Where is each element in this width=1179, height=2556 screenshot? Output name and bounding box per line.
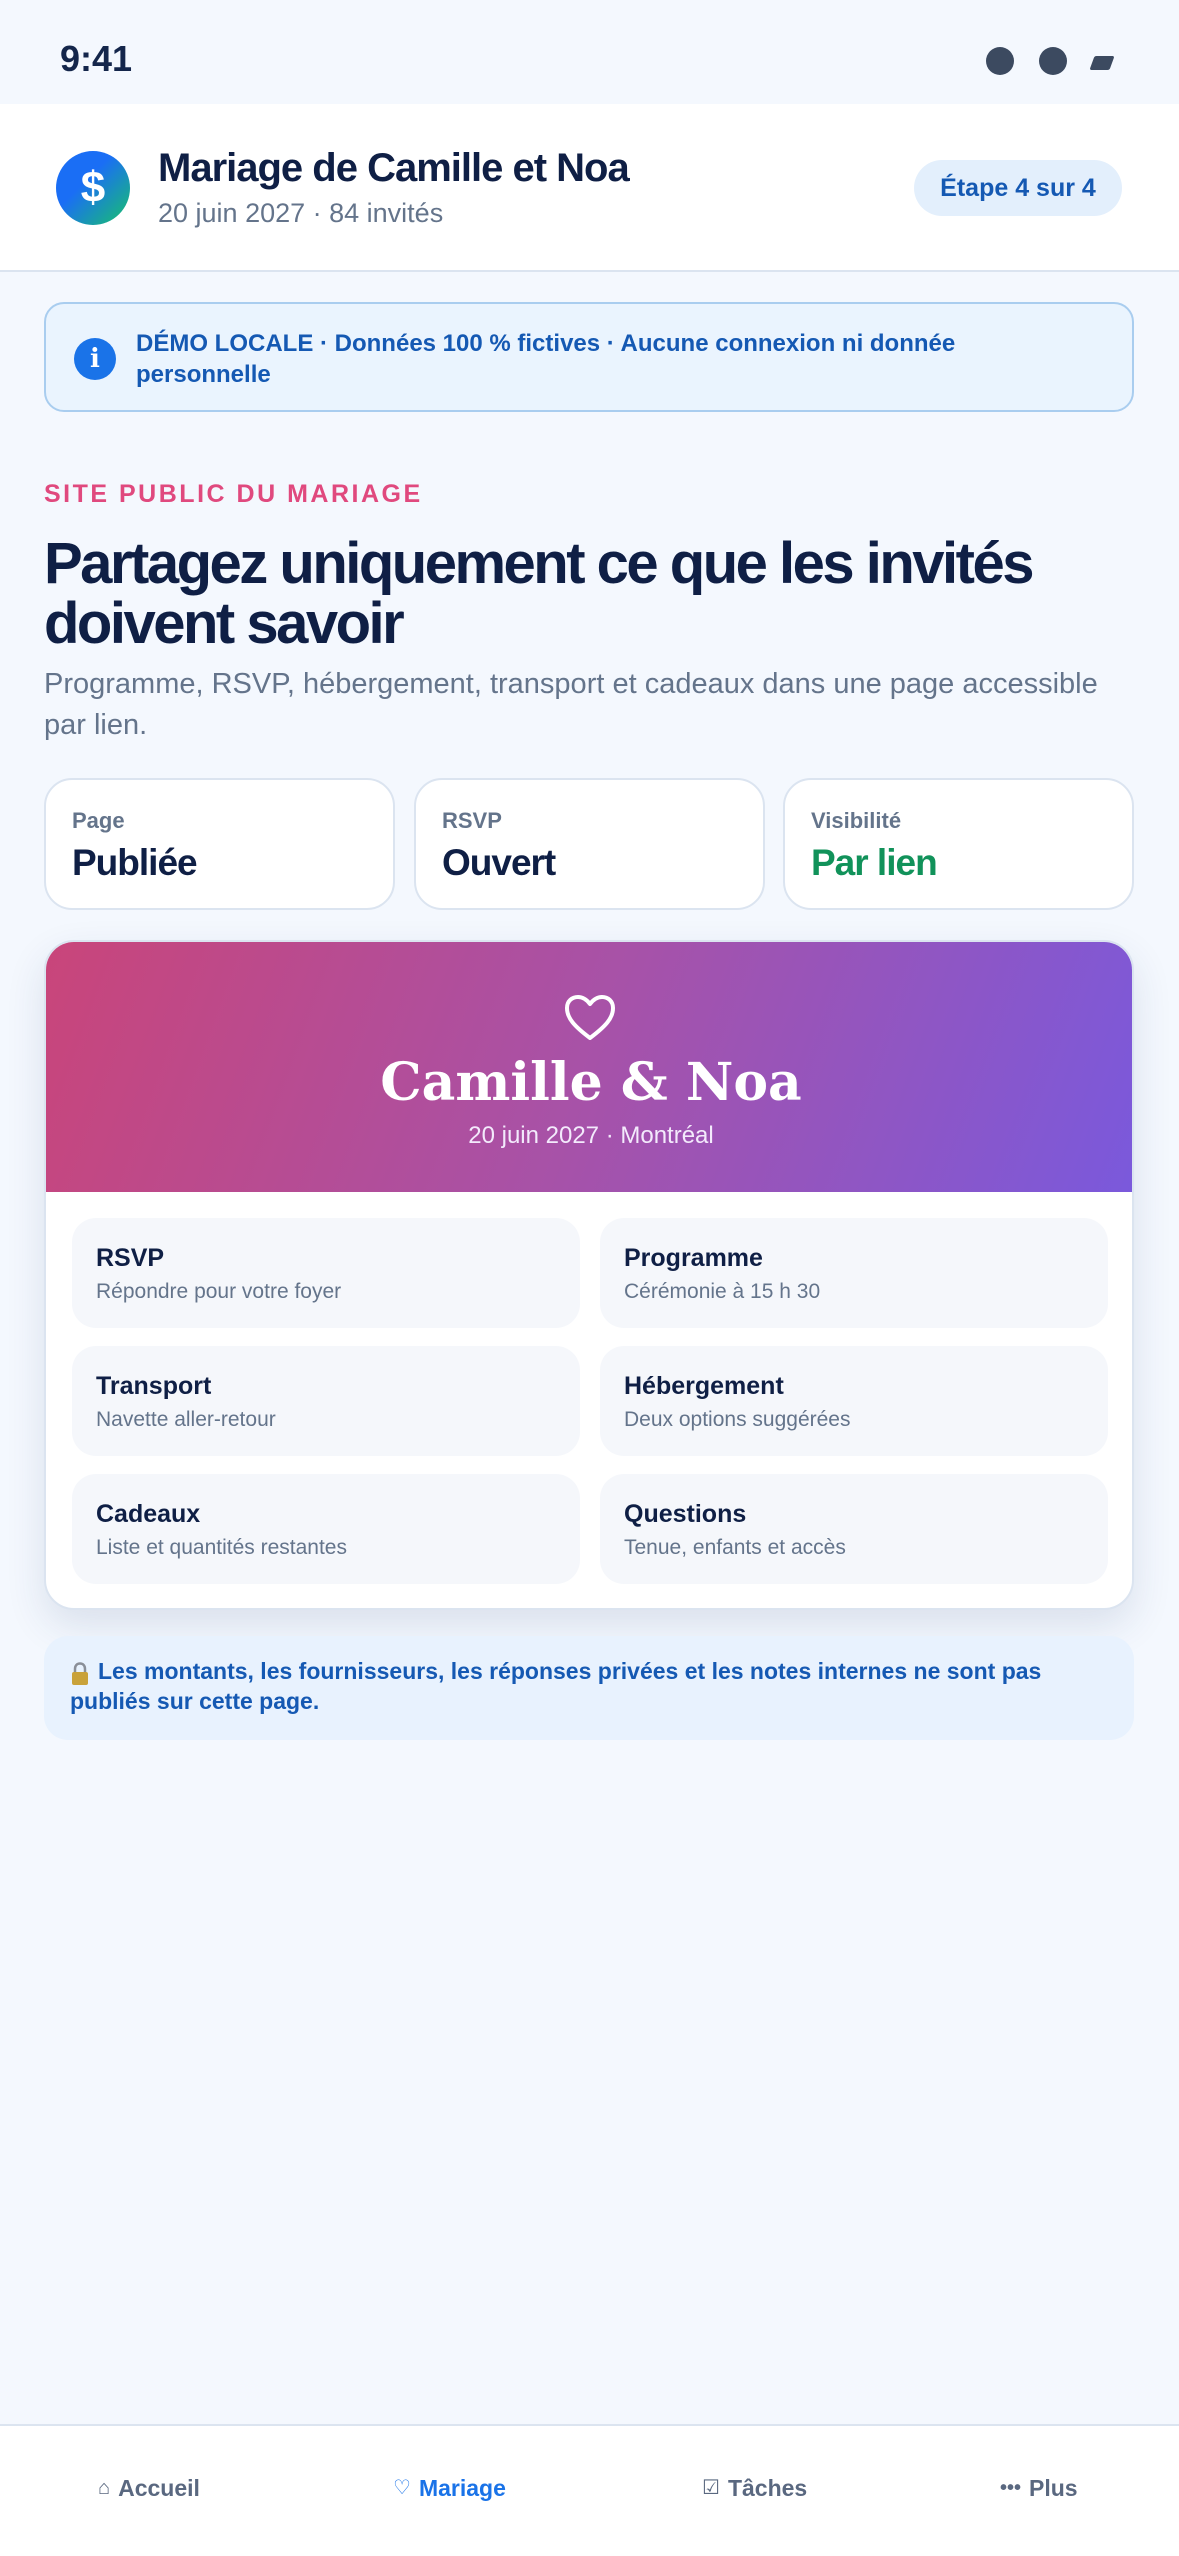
tab-label: Tâches <box>727 2474 808 2501</box>
tile-programme[interactable]: Programme Cérémonie à 15 h 30 <box>600 1218 1108 1328</box>
public-site-preview: Camille & Noa 20 juin 2027 · Montréal RS… <box>44 940 1134 1610</box>
tab-mariage[interactable]: ♡ Mariage <box>393 2472 506 2504</box>
tile-subtitle: Tenue, enfants et accès <box>624 1536 846 1559</box>
battery-icon <box>1089 56 1115 70</box>
section-eyebrow: SITE PUBLIC DU MARIAGE <box>44 480 423 508</box>
checkbox-icon: ☑ <box>702 2477 720 2499</box>
tab-taches[interactable]: ☑ Tâches <box>702 2472 807 2504</box>
heart-icon: ♡ <box>393 2477 411 2499</box>
stat-label: Page <box>72 808 125 833</box>
tile-title: Questions <box>624 1500 747 1528</box>
stat-label: RSVP <box>442 808 502 833</box>
stat-value: Publiée <box>72 842 198 883</box>
tile-cadeaux[interactable]: Cadeaux Liste et quantités restantes <box>72 1474 580 1584</box>
tile-subtitle: Répondre pour votre foyer <box>96 1280 342 1303</box>
hero-subtitle: Programme, RSVP, hébergement, transport … <box>44 668 1098 741</box>
stat-card-rsvp: RSVP Ouvert <box>414 778 765 910</box>
tile-subtitle: Navette aller-retour <box>96 1408 276 1431</box>
tile-title: Programme <box>624 1244 763 1272</box>
tab-label: Accueil <box>118 2474 200 2501</box>
privacy-note: Les montants, les fournisseurs, les répo… <box>44 1636 1134 1740</box>
stat-card-page: Page Publiée <box>44 778 395 910</box>
tile-title: RSVP <box>96 1244 165 1272</box>
status-bar: 9:41 <box>0 0 1179 104</box>
wifi-icon <box>1039 47 1067 75</box>
hero-title: Partagez uniquement ce que les invités d… <box>44 531 1035 656</box>
tile-questions[interactable]: Questions Tenue, enfants et accès <box>600 1474 1108 1584</box>
tile-subtitle: Deux options suggérées <box>624 1408 851 1431</box>
tile-title: Hébergement <box>624 1372 784 1400</box>
wedding-summary: 20 juin 2027 · 84 invités <box>158 198 444 228</box>
tab-label: Mariage <box>418 2474 506 2501</box>
demo-banner: i DÉMO LOCALE · Données 100 % fictives ·… <box>44 302 1134 412</box>
info-icon: i <box>74 338 116 380</box>
tile-rsvp[interactable]: RSVP Répondre pour votre foyer <box>72 1218 580 1328</box>
page-title: Mariage de Camille et Noa <box>158 146 630 190</box>
stat-label: Visibilité <box>811 808 902 833</box>
demo-banner-text: DÉMO LOCALE · Données 100 % fictives · A… <box>136 330 956 388</box>
signal-icon <box>986 47 1014 75</box>
tile-subtitle: Liste et quantités restantes <box>96 1536 347 1559</box>
home-icon: ⌂ <box>98 2477 111 2499</box>
preview-hero: Camille & Noa 20 juin 2027 · Montréal <box>46 942 1132 1192</box>
step-indicator: Étape 4 sur 4 <box>914 160 1122 216</box>
privacy-note-text: Les montants, les fournisseurs, les répo… <box>70 1658 1042 1714</box>
app-header: $ Mariage de Camille et Noa 20 juin 2027… <box>0 104 1179 272</box>
status-time: 9:41 <box>60 38 133 79</box>
tile-subtitle: Cérémonie à 15 h 30 <box>624 1280 821 1303</box>
date-location: 20 juin 2027 · Montréal <box>468 1122 714 1149</box>
tile-hebergement[interactable]: Hébergement Deux options suggérées <box>600 1346 1108 1456</box>
tab-accueil[interactable]: ⌂ Accueil <box>98 2472 200 2504</box>
bottom-tab-bar: ⌂ Accueil ♡ Mariage ☑ Tâches ••• Plus <box>0 2424 1179 2556</box>
stat-card-visibility: Visibilité Par lien <box>783 778 1134 910</box>
stat-value: Par lien <box>811 842 938 883</box>
tab-plus[interactable]: ••• Plus <box>1000 2472 1078 2504</box>
more-icon: ••• <box>1000 2477 1022 2499</box>
stat-value: Ouvert <box>442 842 556 883</box>
couple-name: Camille & Noa <box>380 1052 802 1113</box>
heart-icon <box>565 995 615 1040</box>
tile-title: Transport <box>96 1372 212 1400</box>
tab-label: Plus <box>1029 2474 1078 2501</box>
tile-title: Cadeaux <box>96 1500 201 1528</box>
dollar-logo-icon: $ <box>56 151 130 225</box>
tile-transport[interactable]: Transport Navette aller-retour <box>72 1346 580 1456</box>
